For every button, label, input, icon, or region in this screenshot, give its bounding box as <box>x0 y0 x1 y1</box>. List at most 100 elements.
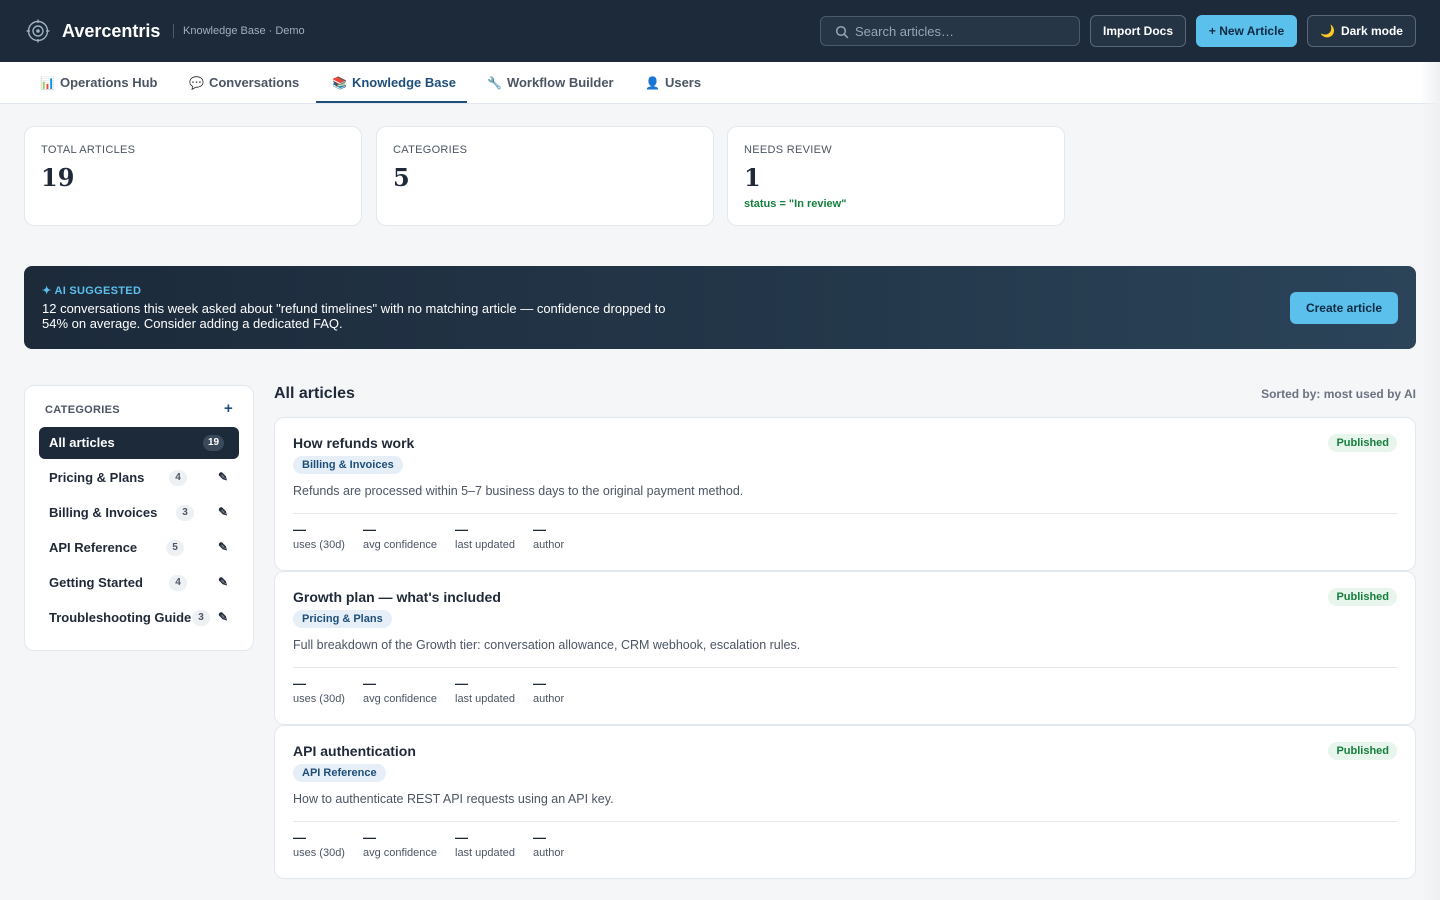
stat-value: 5 <box>393 163 410 192</box>
tab-users[interactable]: 👤 Users <box>645 62 701 103</box>
article-card[interactable]: How refunds work Billing & Invoices Publ… <box>274 417 1416 571</box>
stat-card-total-articles: TOTAL ARTICLES 19 <box>24 126 362 226</box>
categories-title: CATEGORIES <box>45 404 120 416</box>
books-icon: 📚 <box>332 75 347 90</box>
scroll-edge-shadow <box>1420 62 1440 900</box>
tab-knowledge-base[interactable]: 📚 Knowledge Base <box>332 62 456 103</box>
article-title[interactable]: How refunds work <box>293 434 414 452</box>
dark-mode-toggle[interactable]: 🌙 Dark mode <box>1307 15 1416 47</box>
article-title[interactable]: Growth plan — what's included <box>293 588 501 606</box>
metric-label: avg confidence <box>363 847 437 859</box>
category-count-badge: 4 <box>169 470 187 486</box>
dark-mode-label: Dark mode <box>1340 24 1403 38</box>
category-label: Billing & Invoices <box>49 505 158 520</box>
metric-label: uses (30d) <box>293 693 345 705</box>
stat-label: NEEDS REVIEW <box>744 144 832 156</box>
metric-value: — <box>363 830 376 845</box>
category-label: All articles <box>49 435 115 450</box>
metric-value: — <box>533 676 546 691</box>
article-description: Full breakdown of the Growth tier: conve… <box>293 638 801 652</box>
tab-label: Conversations <box>208 75 300 90</box>
article-category-tag: Pricing & Plans <box>293 610 392 628</box>
stat-note: status = "In review" <box>744 198 847 210</box>
status-badge: Published <box>1328 434 1397 452</box>
article-category-tag: API Reference <box>293 764 386 782</box>
edit-pencil-icon[interactable]: ✎ <box>218 609 228 625</box>
edit-pencil-icon[interactable]: ✎ <box>218 469 228 485</box>
status-badge: Published <box>1328 588 1397 606</box>
create-article-button[interactable]: Create article <box>1290 292 1398 324</box>
categories-sidebar: CATEGORIES + All articles 19 Pricing & P… <box>24 385 254 651</box>
metric-uses: — uses (30d) <box>293 676 345 706</box>
metric-author: — author <box>533 522 564 552</box>
category-label: API Reference <box>49 540 138 555</box>
metric-value: — <box>533 522 546 537</box>
article-category-tag: Billing & Invoices <box>293 456 403 474</box>
category-item-pricing-plans[interactable]: Pricing & Plans 4 ✎ <box>39 462 239 494</box>
metric-value: — <box>363 522 376 537</box>
brand-name[interactable]: Avercentris <box>62 20 160 42</box>
metric-label: last updated <box>455 847 515 859</box>
category-item-troubleshooting-guide[interactable]: Troubleshooting Guide 3 ✎ <box>39 602 239 634</box>
metric-label: author <box>533 693 565 705</box>
stat-card-needs-review: NEEDS REVIEW 1 status = "In review" <box>727 126 1065 226</box>
ai-suggested-tag: ✦ AI SUGGESTED <box>42 285 142 297</box>
speech-bubble-icon: 💬 <box>189 75 204 90</box>
metric-label: avg confidence <box>363 539 437 551</box>
search-box[interactable] <box>820 16 1080 46</box>
article-title[interactable]: API authentication <box>293 742 416 760</box>
ai-suggestion-banner: ✦ AI SUGGESTED 12 conversations this wee… <box>24 266 1416 349</box>
metric-author: — author <box>533 830 564 860</box>
tab-workflow-builder[interactable]: 🔧 Workflow Builder <box>487 62 614 103</box>
divider <box>293 513 1397 514</box>
tab-operations-hub[interactable]: 📊 Operations Hub <box>40 62 157 103</box>
tab-label: Users <box>664 75 702 90</box>
edit-pencil-icon[interactable]: ✎ <box>218 574 228 590</box>
metric-avg-confidence: — avg confidence <box>363 522 437 552</box>
metric-uses: — uses (30d) <box>293 830 345 860</box>
metric-label: last updated <box>455 693 515 705</box>
metric-value: — <box>533 830 546 845</box>
user-icon: 👤 <box>645 75 660 90</box>
article-description: How to authenticate REST API requests us… <box>293 792 614 806</box>
metric-last-updated: — last updated <box>455 676 515 706</box>
metric-label: author <box>533 539 565 551</box>
sort-selector[interactable]: Sorted by: most used by AI <box>1180 387 1416 401</box>
metric-author: — author <box>533 676 564 706</box>
category-item-billing-invoices[interactable]: Billing & Invoices 3 ✎ <box>39 497 239 529</box>
article-card[interactable]: Growth plan — what's included Pricing & … <box>274 571 1416 725</box>
moon-icon: 🌙 <box>1320 24 1335 38</box>
article-card[interactable]: API authentication API Reference Publish… <box>274 725 1416 879</box>
main-tabs: 📊 Operations Hub 💬 Conversations 📚 Knowl… <box>0 62 1440 104</box>
metric-value: — <box>293 830 306 845</box>
category-item-getting-started[interactable]: Getting Started 4 ✎ <box>39 567 239 599</box>
category-count-badge: 3 <box>176 505 194 521</box>
edit-pencil-icon[interactable]: ✎ <box>218 504 228 520</box>
tab-conversations[interactable]: 💬 Conversations <box>189 62 299 103</box>
metric-value: — <box>363 676 376 691</box>
metric-label: author <box>533 847 565 859</box>
category-item-all-articles[interactable]: All articles 19 <box>39 427 239 459</box>
top-bar: Avercentris Knowledge Base · Demo Import… <box>0 0 1440 62</box>
target-icon[interactable] <box>26 19 50 43</box>
category-count-badge: 3 <box>192 610 210 626</box>
category-item-api-reference[interactable]: API Reference 5 ✎ <box>39 532 239 564</box>
active-tab-indicator <box>316 101 467 103</box>
search-input[interactable] <box>855 21 1071 41</box>
article-description: Refunds are processed within 5–7 busines… <box>293 484 744 498</box>
metric-last-updated: — last updated <box>455 830 515 860</box>
status-badge: Published <box>1328 742 1397 760</box>
category-label: Getting Started <box>49 575 143 590</box>
import-docs-button[interactable]: Import Docs <box>1090 15 1186 47</box>
edit-pencil-icon[interactable]: ✎ <box>218 539 228 555</box>
metric-label: last updated <box>455 539 515 551</box>
tab-label: Workflow Builder <box>506 75 614 90</box>
metric-value: — <box>293 676 306 691</box>
add-category-button[interactable]: + <box>224 400 233 418</box>
category-label: Troubleshooting Guide <box>49 610 192 625</box>
tab-label: Knowledge Base <box>351 75 456 90</box>
new-article-button[interactable]: + New Article <box>1196 15 1297 47</box>
metric-value: — <box>455 676 468 691</box>
articles-list-title: All articles <box>274 385 355 402</box>
bar-chart-icon: 📊 <box>40 75 55 90</box>
